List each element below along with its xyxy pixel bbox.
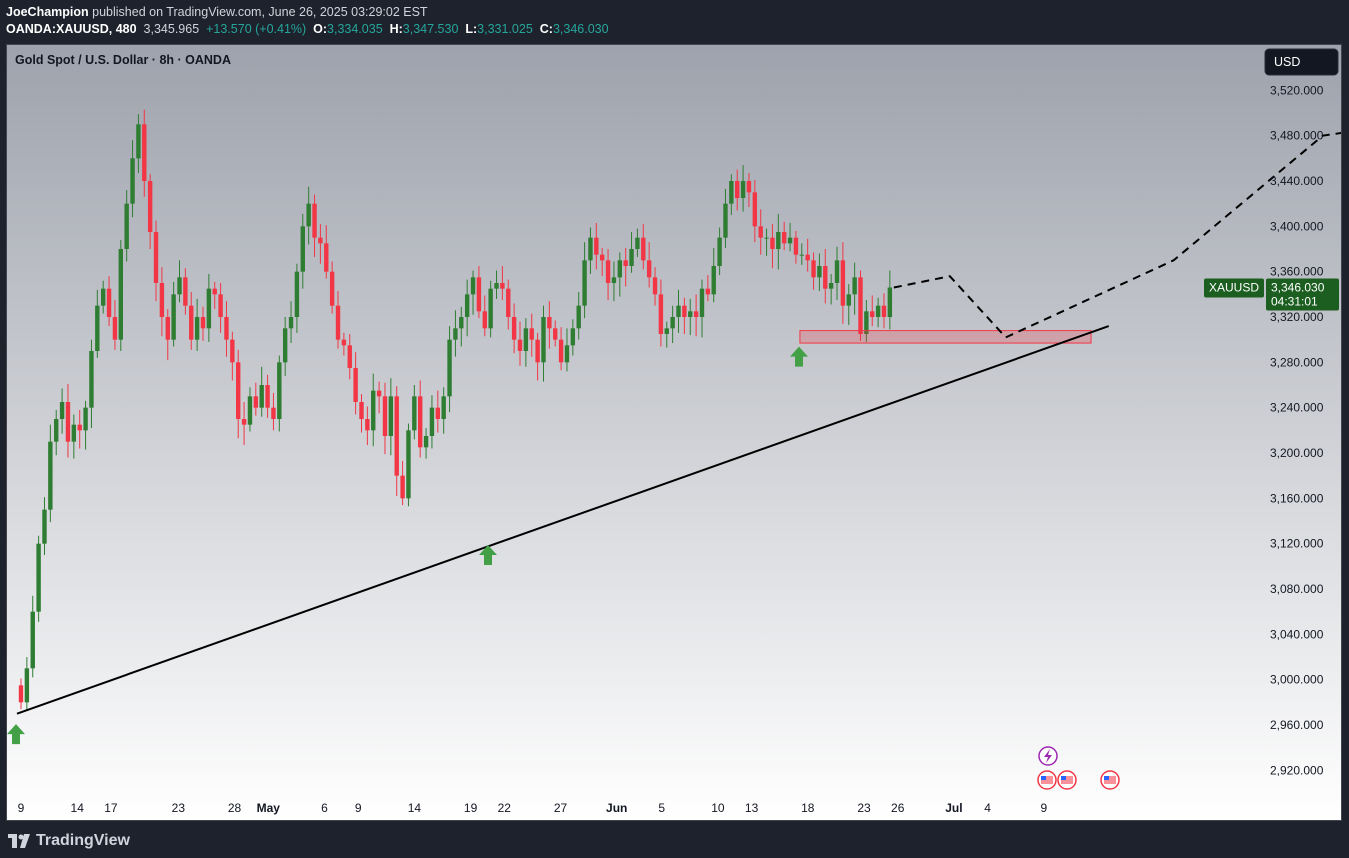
time-tick-label: 23 — [172, 801, 186, 815]
time-tick-label: Jun — [606, 801, 627, 815]
symbol-tag: XAUUSD — [1209, 280, 1259, 294]
price-tick-label: 3,320.000 — [1270, 310, 1324, 324]
time-tick-label: Jul — [945, 801, 962, 815]
price-tick-label: 3,240.000 — [1270, 401, 1324, 415]
footer-bar: TradingView — [0, 822, 1349, 858]
author-name[interactable]: JoeChampion — [6, 5, 89, 19]
bar-countdown: 04:31:01 — [1271, 294, 1318, 308]
time-tick-label: 4 — [984, 801, 991, 815]
currency-label: USD — [1274, 55, 1300, 69]
price-change: +13.570 (+0.41%) — [206, 22, 307, 36]
price-tick-label: 3,520.000 — [1270, 83, 1324, 97]
time-tick-label: 13 — [745, 801, 759, 815]
time-tick-label: 17 — [104, 801, 118, 815]
us-flag-event-icon[interactable] — [1037, 770, 1057, 790]
close-label: C: — [539, 22, 553, 36]
price-tick-label: 3,000.000 — [1270, 673, 1324, 687]
candle — [36, 535, 41, 622]
time-tick-label: 14 — [408, 801, 422, 815]
time-tick-label: 10 — [711, 801, 725, 815]
price-tag-value: 3,346.030 — [1271, 280, 1325, 294]
open-value: 3,334.035 — [327, 22, 383, 36]
price-tick-label: 3,280.000 — [1270, 355, 1324, 369]
chart-frame[interactable]: Gold Spot / U.S. Dollar · 8h · OANDA 2,9… — [6, 44, 1342, 821]
time-tick-label: 27 — [554, 801, 568, 815]
dividend-event-icon[interactable] — [1038, 746, 1058, 766]
low-label: L: — [465, 22, 478, 36]
price-tick-label: 3,440.000 — [1270, 174, 1324, 188]
low-value: 3,331.025 — [477, 22, 533, 36]
candle — [118, 239, 124, 351]
close-value: 3,346.030 — [552, 22, 609, 36]
tradingview-logo-icon — [8, 834, 30, 848]
time-tick-label: 14 — [71, 801, 85, 815]
price-tick-label: 3,480.000 — [1270, 129, 1324, 143]
price-tick-label: 3,200.000 — [1270, 446, 1324, 460]
us-flag-event-icon[interactable] — [1057, 770, 1077, 790]
time-tick-label: 9 — [1040, 801, 1047, 815]
time-tick-label: May — [257, 801, 281, 815]
price-chart[interactable]: Gold Spot / U.S. Dollar · 8h · OANDA 2,9… — [7, 45, 1341, 820]
ohlc-line: OANDA:XAUUSD, 480 3,345.965 +13.570 (+0.… — [6, 22, 609, 36]
high-value: 3,347.530 — [402, 22, 459, 36]
time-tick-label: 9 — [18, 801, 25, 815]
high-label: H: — [389, 22, 403, 36]
support-zone[interactable] — [799, 330, 1092, 344]
publication-line: JoeChampion published on TradingView.com… — [6, 5, 428, 19]
publication-header: JoeChampion published on TradingView.com… — [0, 0, 1349, 44]
price-tick-label: 3,080.000 — [1270, 582, 1324, 596]
symbol-label: OANDA:XAUUSD, 480 — [6, 22, 137, 36]
price-tick-label: 2,960.000 — [1270, 718, 1324, 732]
time-tick-label: 22 — [498, 801, 512, 815]
price-tick-label: 3,360.000 — [1270, 265, 1324, 279]
tradingview-brand: TradingView — [36, 832, 130, 849]
time-tick-label: 19 — [464, 801, 478, 815]
time-tick-label: 23 — [857, 801, 871, 815]
chart-background — [7, 45, 1341, 820]
price-tick-label: 3,040.000 — [1270, 627, 1324, 641]
candle — [406, 423, 411, 507]
chart-title: Gold Spot / U.S. Dollar · 8h · OANDA — [15, 53, 231, 67]
price-tick-label: 3,400.000 — [1270, 219, 1324, 233]
time-tick-label: 28 — [228, 801, 242, 815]
us-flag-event-icon[interactable] — [1100, 770, 1120, 790]
time-tick-label: 5 — [658, 801, 665, 815]
published-date: published on TradingView.com, June 26, 2… — [92, 5, 428, 19]
last-price: 3,345.965 — [143, 22, 200, 36]
time-tick-label: 9 — [355, 801, 362, 815]
price-tick-label: 3,120.000 — [1270, 537, 1324, 551]
currency-button[interactable]: USD — [1264, 48, 1339, 76]
time-tick-label: 26 — [891, 801, 905, 815]
price-tick-label: 2,920.000 — [1270, 763, 1324, 777]
open-label: O: — [313, 22, 328, 36]
time-tick-label: 6 — [321, 801, 328, 815]
time-tick-label: 18 — [801, 801, 815, 815]
tradingview-logo[interactable]: TradingView — [8, 832, 130, 850]
price-tick-label: 3,160.000 — [1270, 491, 1324, 505]
